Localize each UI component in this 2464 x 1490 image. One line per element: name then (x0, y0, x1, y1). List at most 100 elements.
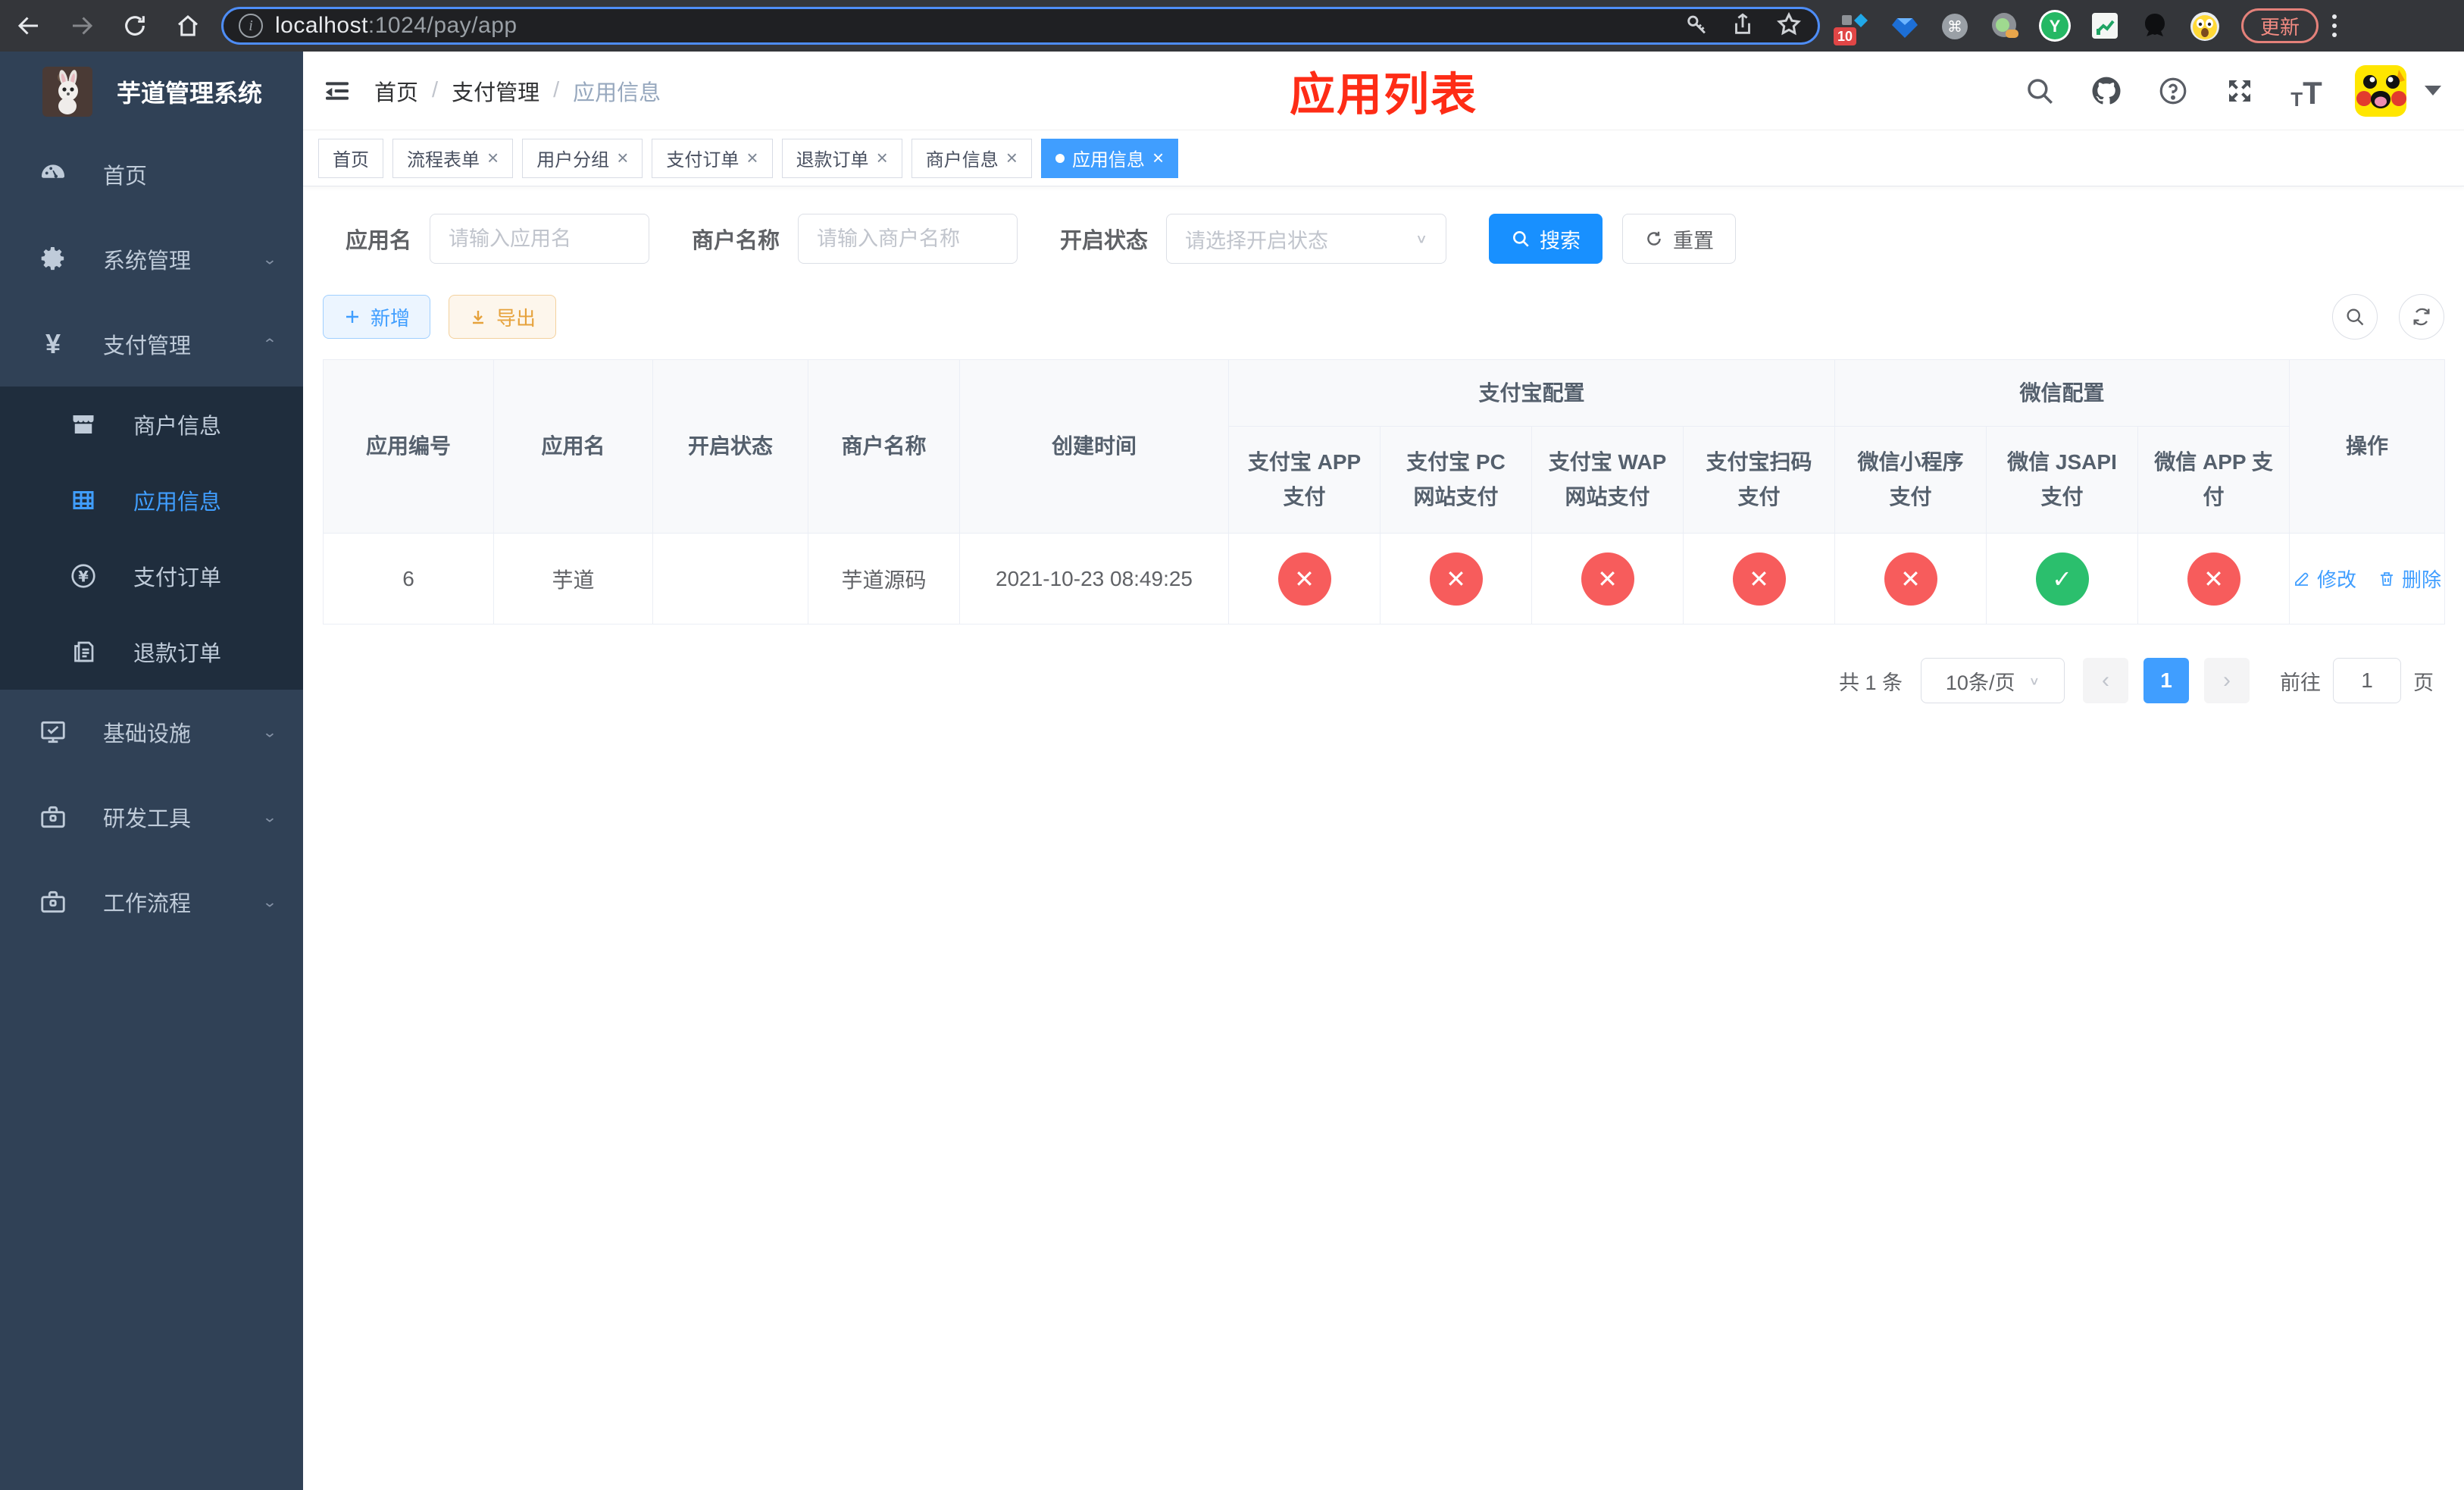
close-icon[interactable]: × (1152, 146, 1164, 170)
sidebar-item-infrastructure[interactable]: 基础设施 ⌄ (0, 690, 303, 775)
refresh-button[interactable] (2399, 294, 2444, 340)
extension-dark-icon[interactable] (2138, 9, 2172, 42)
sidebar-item-pay-order[interactable]: ¥ 支付订单 (0, 538, 303, 614)
bookmark-star-icon[interactable] (1775, 11, 1803, 42)
password-key-icon[interactable] (1684, 11, 1710, 41)
sidebar-item-dev-tools[interactable]: 研发工具 ⌄ (0, 775, 303, 859)
status-cross-icon: ✕ (1429, 552, 1483, 606)
reset-button[interactable]: 重置 (1622, 214, 1737, 264)
extension-command-icon[interactable]: ⌘ (1938, 9, 1972, 42)
sidebar-item-payment-mgmt[interactable]: ¥ 支付管理 ⌃ (0, 302, 303, 387)
sidebar-item-workflow[interactable]: 工作流程 ⌄ (0, 859, 303, 944)
goto-page-input[interactable] (2333, 658, 2401, 703)
browser-forward-icon[interactable] (65, 9, 98, 42)
sidebar-item-system-mgmt[interactable]: 系统管理 ⌄ (0, 217, 303, 302)
app-title: 芋道管理系统 (117, 80, 263, 107)
extension-green-y-icon[interactable]: Y (2038, 9, 2072, 42)
app-logo-row[interactable]: 芋道管理系统 (0, 52, 303, 132)
search-button[interactable]: 搜索 (1489, 214, 1603, 264)
monitor-check-icon (36, 718, 70, 747)
col-status: 开启状态 (652, 359, 808, 534)
fullscreen-icon[interactable] (2222, 73, 2258, 109)
browser-reload-icon[interactable] (118, 9, 152, 42)
tab-refund-order[interactable]: 退款订单 × (781, 138, 902, 178)
svg-text:¥: ¥ (78, 568, 89, 586)
browser-menu-icon[interactable] (2332, 14, 2337, 37)
export-button[interactable]: 导出 (449, 295, 557, 339)
delete-link[interactable]: 删除 (2378, 565, 2441, 593)
extension-emoji-face-icon[interactable] (2188, 9, 2222, 42)
svg-text:Y: Y (2050, 17, 2061, 36)
tab-process-form[interactable]: 流程表单 × (392, 138, 514, 178)
sidebar-item-refund-order[interactable]: 退款订单 (0, 614, 303, 690)
page-1-button[interactable]: 1 (2143, 658, 2189, 703)
sidebar-item-label: 商户信息 (133, 415, 222, 439)
tab-home[interactable]: 首页 (318, 138, 383, 178)
font-size-icon[interactable]: TT (2288, 73, 2325, 109)
avatar-caret-icon[interactable] (2425, 86, 2441, 95)
edit-link[interactable]: 修改 (2293, 565, 2356, 593)
add-button[interactable]: 新增 (323, 295, 431, 339)
tab-user-group[interactable]: 用户分组 × (522, 138, 643, 178)
col-actions: 操作 (2289, 359, 2446, 534)
status-label: 开启状态 (1060, 229, 1149, 253)
header-search-icon[interactable] (2022, 73, 2058, 109)
sidebar-item-home[interactable]: 首页 (0, 132, 303, 217)
browser-back-icon[interactable] (12, 9, 45, 42)
status-wechat-jsapi: ✓ (1986, 533, 2139, 624)
tab-pay-order[interactable]: 支付订单 × (652, 138, 773, 178)
group-alipay-config: 支付宝配置 (1227, 359, 1836, 427)
help-question-icon[interactable] (2155, 73, 2191, 109)
col-wechat-app: 微信 APP 支付 (2137, 426, 2290, 534)
browser-home-icon[interactable] (171, 9, 205, 42)
close-icon[interactable]: × (487, 146, 499, 170)
next-page-button[interactable]: › (2204, 658, 2250, 703)
address-bar[interactable]: i localhost:1024/pay/app (221, 7, 1820, 45)
chevron-down-icon: ∨ (1415, 231, 1428, 246)
merchant-name-label: 商户名称 (692, 229, 780, 253)
breadcrumb-payment-mgmt[interactable]: 支付管理 (452, 75, 539, 107)
merchant-name-input[interactable] (798, 214, 1018, 264)
close-icon[interactable]: × (617, 146, 628, 170)
payment-submenu: 商户信息 应用信息 ¥ 支付订单 退款订单 (0, 387, 303, 690)
status-select[interactable]: 请选择开启状态 ∨ (1166, 214, 1447, 264)
sidebar-menu: 首页 系统管理 ⌄ ¥ 支付管理 ⌃ 商户信息 应用信息 ¥ 支付订单 退款订单… (0, 132, 303, 1490)
sidebar-item-app-info[interactable]: 应用信息 (0, 462, 303, 538)
coin-yen-icon: ¥ (67, 562, 100, 590)
extension-gem-icon[interactable] (1888, 9, 1921, 42)
status-alipay-wap: ✕ (1531, 533, 1684, 624)
chevron-down-icon: ⌄ (261, 251, 277, 268)
page-size-select[interactable]: 10条/页 ∨ (1921, 658, 2065, 703)
tab-merchant-info[interactable]: 商户信息 × (911, 138, 1032, 178)
svg-text:⌘: ⌘ (1947, 17, 1962, 36)
extension-recorder-icon[interactable] (1988, 9, 2022, 42)
extensions-row: 10 ⌘ Y (1834, 9, 2222, 45)
site-info-icon[interactable]: i (239, 14, 263, 38)
breadcrumb-home[interactable]: 首页 (374, 75, 418, 107)
group-wechat-config: 微信配置 (1834, 359, 2290, 427)
github-icon[interactable] (2088, 73, 2125, 109)
extension-devtools-icon[interactable]: 10 (1834, 9, 1871, 45)
pagination-total: 共 1 条 (1838, 671, 1903, 694)
tab-app-info[interactable]: 应用信息 × (1040, 138, 1179, 178)
collapse-sidebar-icon[interactable] (320, 74, 355, 108)
browser-update-button[interactable]: 更新 (2241, 8, 2319, 43)
close-icon[interactable]: × (746, 146, 758, 170)
filter-form: 应用名 商户名称 开启状态 请选择开启状态 ∨ 搜索 重置 (346, 214, 2444, 264)
prev-page-button[interactable]: ‹ (2083, 658, 2128, 703)
extension-chart-icon[interactable] (2088, 9, 2122, 42)
sidebar-item-label: 支付订单 (133, 566, 222, 590)
toggle-search-button[interactable] (2332, 294, 2378, 340)
close-icon[interactable]: × (1006, 146, 1018, 170)
sidebar-item-merchant-info[interactable]: 商户信息 (0, 387, 303, 462)
status-cross-icon: ✕ (2187, 552, 2240, 606)
sidebar-item-label: 研发工具 (103, 807, 192, 831)
status-alipay-app: ✕ (1228, 533, 1381, 624)
page-suffix-label: 页 (2413, 671, 2434, 694)
share-icon[interactable] (1730, 11, 1756, 41)
url-text[interactable]: localhost:1024/pay/app (275, 13, 1672, 39)
dashboard-icon (36, 160, 70, 189)
user-avatar[interactable] (2355, 64, 2406, 117)
app-name-input[interactable] (430, 214, 650, 264)
close-icon[interactable]: × (877, 146, 888, 170)
